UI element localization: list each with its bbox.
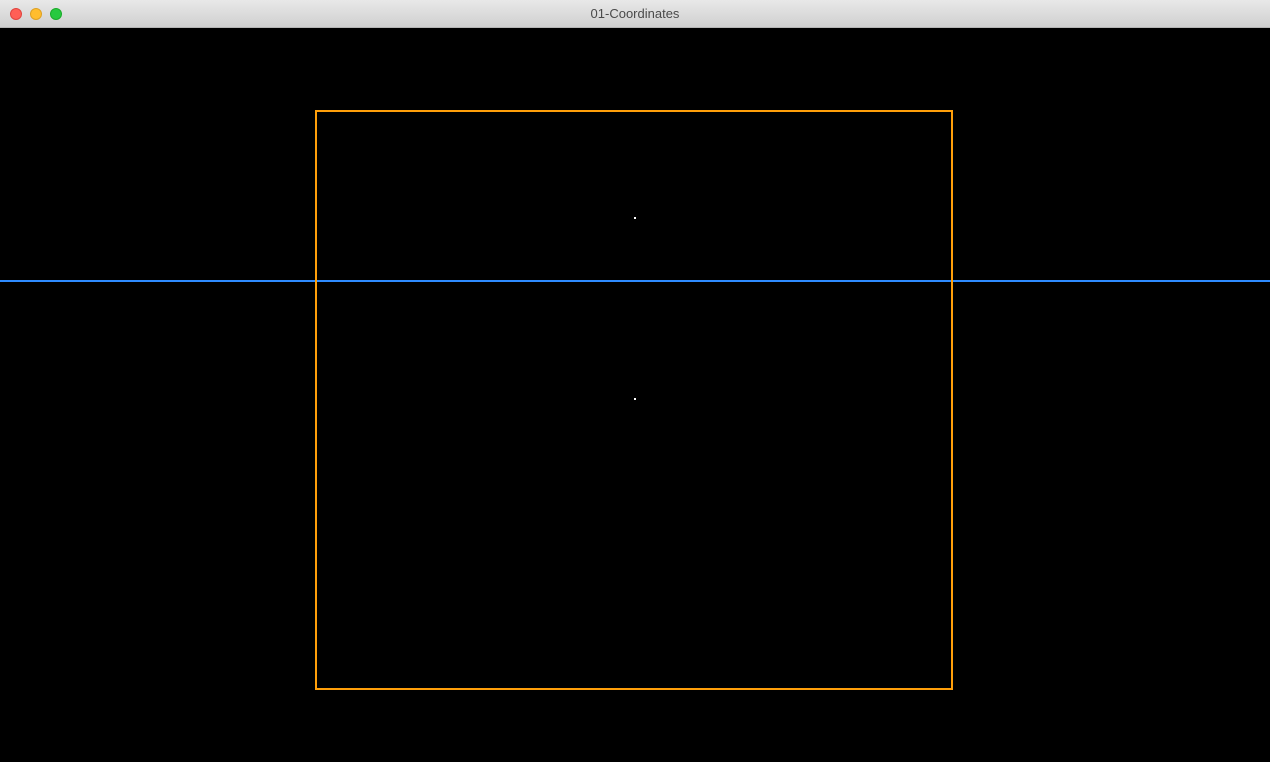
rectangle-outline (315, 110, 953, 690)
minimize-icon[interactable] (30, 8, 42, 20)
maximize-icon[interactable] (50, 8, 62, 20)
point-dot (634, 398, 636, 400)
app-window: 01-Coordinates (0, 0, 1270, 762)
titlebar[interactable]: 01-Coordinates (0, 0, 1270, 28)
traffic-lights (0, 8, 62, 20)
canvas-area[interactable] (0, 28, 1270, 762)
close-icon[interactable] (10, 8, 22, 20)
window-title: 01-Coordinates (0, 6, 1270, 21)
point-dot (634, 217, 636, 219)
